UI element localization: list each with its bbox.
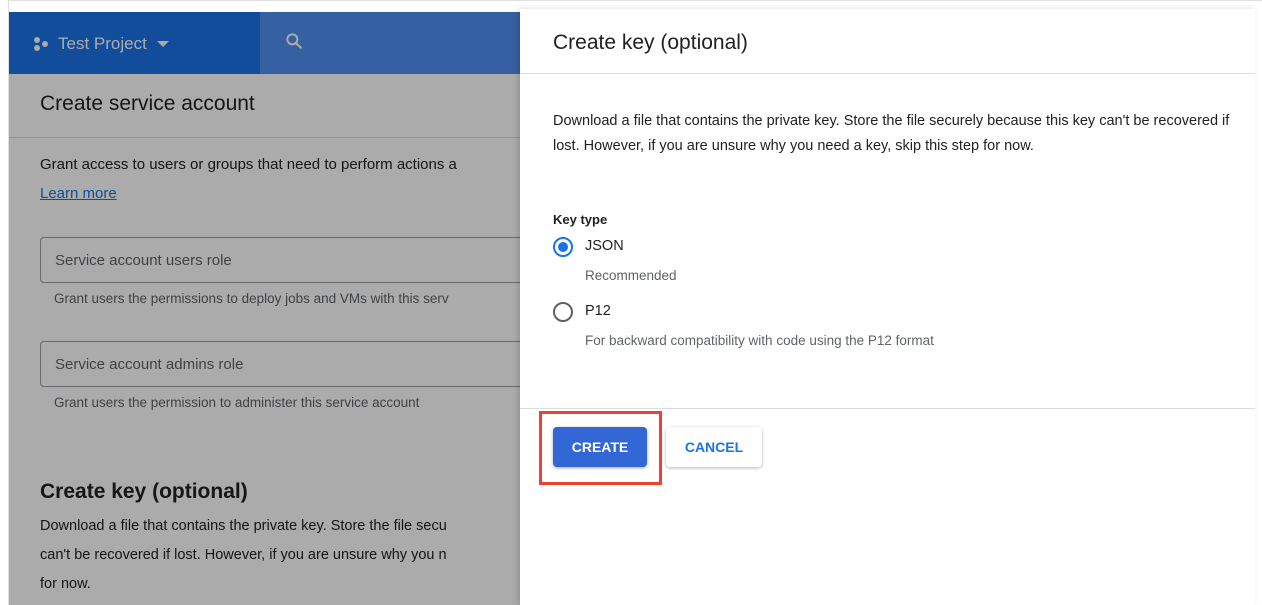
divider: [520, 73, 1255, 74]
divider: [520, 408, 1255, 409]
key-type-label: Key type: [553, 212, 608, 227]
json-radio[interactable]: [553, 237, 573, 257]
create-key-panel: Create key (optional) Download a file th…: [520, 9, 1255, 605]
panel-title: Create key (optional): [553, 31, 748, 54]
p12-option-label[interactable]: P12: [585, 303, 611, 319]
json-option-label[interactable]: JSON: [585, 238, 624, 254]
panel-description: Download a file that contains the privat…: [553, 113, 1230, 154]
modal-scrim[interactable]: [8, 12, 522, 605]
create-button[interactable]: CREATE: [553, 427, 647, 467]
p12-radio[interactable]: [553, 302, 573, 322]
cancel-button[interactable]: CANCEL: [666, 427, 762, 467]
p12-option-sublabel: For backward compatibility with code usi…: [585, 333, 934, 348]
json-option-sublabel: Recommended: [585, 268, 677, 283]
